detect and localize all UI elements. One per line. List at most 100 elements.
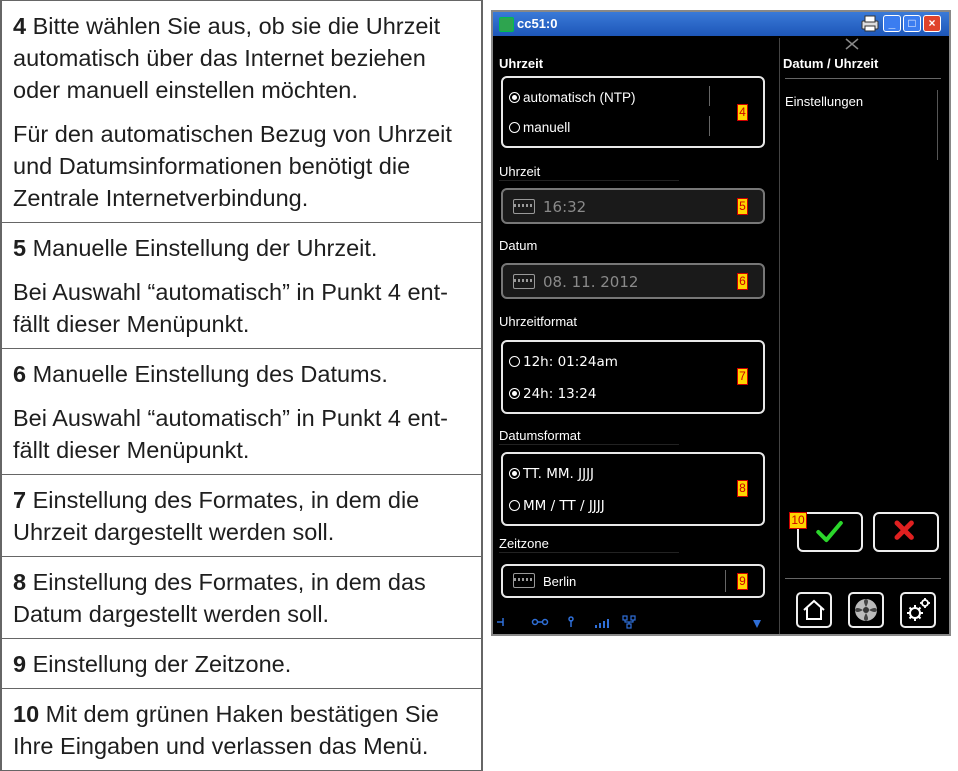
keyboard-icon xyxy=(513,199,535,214)
maximize-button[interactable]: □ xyxy=(903,15,921,32)
radio-automatic[interactable]: automatisch (NTP) xyxy=(509,90,636,105)
keyboard-icon xyxy=(513,573,535,588)
step-text: Mit dem grünen Haken bestätigen Sie Ihre… xyxy=(13,701,439,759)
instruction-row-6: 6 Manuelle Einstellung des Datums. Bei A… xyxy=(2,348,481,474)
radio-unselected-icon xyxy=(509,500,520,511)
step-number: 4 xyxy=(13,13,27,39)
step-note: Bei Auswahl “automatisch” in Punkt 4 ent… xyxy=(13,279,448,337)
signal-icon xyxy=(595,619,609,628)
date-format-panel: TT. MM. JJJJ MM / TT / JJJJ 8 xyxy=(501,452,765,526)
marker-10: 10 xyxy=(789,512,807,529)
status-bar xyxy=(497,615,761,629)
divider xyxy=(709,86,710,106)
radio-manual[interactable]: manuell xyxy=(509,120,570,135)
printer-icon[interactable] xyxy=(861,15,879,32)
time-format-panel: 12h: 01:24am 24h: 13:24 7 xyxy=(501,340,765,414)
window-title: cc51:0 xyxy=(517,16,558,31)
radio-selected-icon xyxy=(509,92,520,103)
marker-6: 6 xyxy=(737,273,748,290)
instruction-row-8: 8 Einstellung des Formates, in dem das D… xyxy=(2,556,481,638)
fan-icon xyxy=(855,599,877,621)
label-date: Datum xyxy=(499,238,538,253)
network-icon xyxy=(622,615,636,629)
window-titlebar: cc51:0 _ □ × xyxy=(493,12,949,36)
step-note: Für den automatischen Bezug von Uhrzeit … xyxy=(13,121,452,211)
marker-7: 7 xyxy=(737,368,748,385)
marker-5: 5 xyxy=(737,198,748,215)
instruction-row-9: 9 Einstellung der Zeitzone. xyxy=(2,638,481,688)
radio-selected-icon xyxy=(509,468,520,479)
step-note: Bei Auswahl “automatisch” in Punkt 4 ent… xyxy=(13,405,448,463)
side-item-settings[interactable]: Einstellungen xyxy=(785,94,863,109)
radio-manual-label: manuell xyxy=(523,120,571,135)
step-number: 7 xyxy=(13,487,27,513)
close-button[interactable]: × xyxy=(923,15,941,32)
gears-icon xyxy=(907,598,930,621)
instruction-row-7: 7 Einstellung des Formates, in dem die U… xyxy=(2,474,481,556)
step-number: 9 xyxy=(13,651,27,677)
home-button[interactable] xyxy=(796,592,832,628)
radio-automatic-label: automatisch (NTP) xyxy=(523,90,636,105)
step-text: Bitte wählen Sie aus, ob sie die Uhrzeit… xyxy=(13,13,441,103)
marker-4: 4 xyxy=(737,104,748,121)
instruction-row-4: 4 Bitte wählen Sie aus, ob sie die Uhrze… xyxy=(2,0,481,222)
step-number: 5 xyxy=(13,235,27,261)
timezone-value: Berlin xyxy=(543,574,577,589)
close-x-icon[interactable] xyxy=(845,38,859,50)
radio-12h-label: 12h: 01:24am xyxy=(523,354,618,370)
radio-date-format-2[interactable]: MM / TT / JJJJ xyxy=(509,498,605,514)
settings-button[interactable] xyxy=(900,592,936,628)
step-number: 10 xyxy=(13,701,40,727)
time-field[interactable]: 16:32 5 xyxy=(501,188,765,224)
divider xyxy=(499,552,679,553)
time-source-panel: automatisch (NTP) manuell 4 xyxy=(501,76,765,148)
minimize-button[interactable]: _ xyxy=(883,15,901,32)
radio-24h[interactable]: 24h: 13:24 xyxy=(509,386,596,402)
scrollbar[interactable] xyxy=(937,90,938,160)
instruction-row-10: 10 Mit dem grünen Haken bestätigen Sie I… xyxy=(2,688,481,771)
radio-unselected-icon xyxy=(509,122,520,133)
scroll-down-icon xyxy=(753,620,761,628)
time-value: 16:32 xyxy=(543,198,587,216)
radio-12h[interactable]: 12h: 01:24am xyxy=(509,354,618,370)
section-title-time: Uhrzeit xyxy=(499,56,544,71)
label-time: Uhrzeit xyxy=(499,164,541,179)
radio-date-format-1-label: TT. MM. JJJJ xyxy=(523,466,595,482)
radio-date-format-1[interactable]: TT. MM. JJJJ xyxy=(509,466,594,482)
timezone-select[interactable]: Berlin 9 xyxy=(501,564,765,598)
marker-8: 8 xyxy=(737,480,748,497)
divider xyxy=(785,78,941,79)
divider xyxy=(499,180,679,181)
link-icon xyxy=(531,618,549,626)
step-text: Manuelle Einstellung der Uhrzeit. xyxy=(32,235,378,261)
radio-selected-icon xyxy=(509,388,520,399)
step-text: Einstellung des Formates, in dem das Dat… xyxy=(13,569,426,627)
app-icon xyxy=(499,17,514,32)
marker-9: 9 xyxy=(737,573,748,590)
cancel-button[interactable] xyxy=(873,512,939,552)
label-time-format: Uhrzeitformat xyxy=(499,314,578,329)
connection-icon xyxy=(497,618,504,626)
step-text: Einstellung des Formates, in dem die Uhr… xyxy=(13,487,420,545)
instruction-table: 4 Bitte wählen Sie aus, ob sie die Uhrze… xyxy=(0,0,483,771)
date-value: 08. 11. 2012 xyxy=(543,273,639,291)
side-title: Datum / Uhrzeit xyxy=(783,56,879,71)
home-icon xyxy=(803,599,825,620)
device-screen: cc51:0 _ □ × Uhrzeit automatisch (NTP) m… xyxy=(491,10,951,636)
step-text: Einstellung der Zeitzone. xyxy=(32,651,292,677)
radio-24h-label: 24h: 13:24 xyxy=(523,386,597,402)
divider xyxy=(499,444,679,445)
divider xyxy=(709,116,710,136)
wind-button[interactable] xyxy=(848,592,884,628)
instruction-row-5: 5 Manuelle Einstellung der Uhrzeit. Bei … xyxy=(2,222,481,348)
step-number: 6 xyxy=(13,361,27,387)
cross-icon xyxy=(894,520,914,540)
date-field[interactable]: 08. 11. 2012 6 xyxy=(501,263,765,299)
keyboard-icon xyxy=(513,274,535,289)
step-number: 8 xyxy=(13,569,27,595)
divider xyxy=(725,570,726,592)
divider xyxy=(785,578,941,579)
column-divider xyxy=(779,38,780,634)
radio-unselected-icon xyxy=(509,356,520,367)
antenna-icon xyxy=(568,616,574,627)
